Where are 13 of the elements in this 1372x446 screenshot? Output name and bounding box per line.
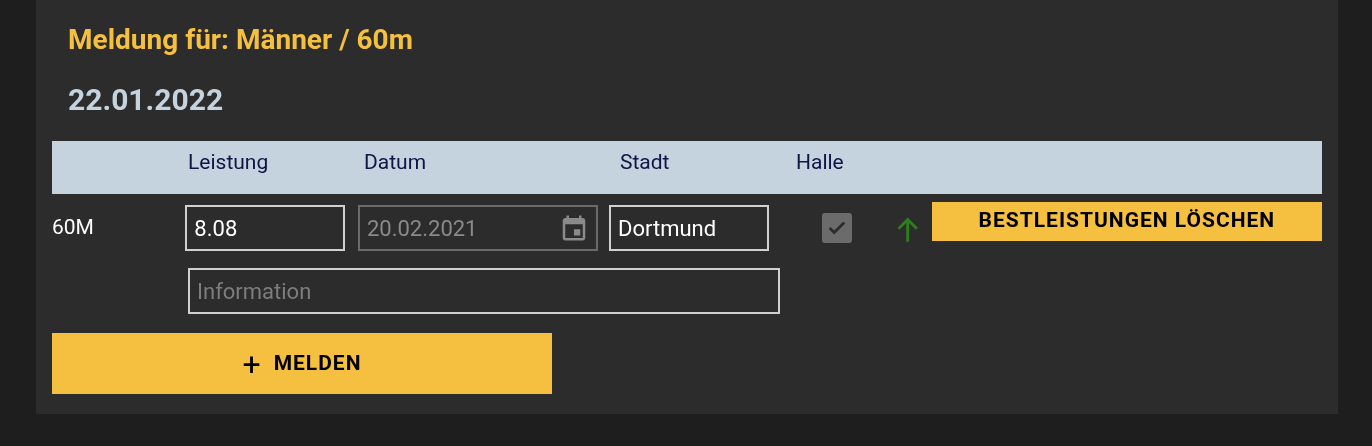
column-header: Halle	[796, 150, 844, 174]
event-date: 22.01.2022	[68, 81, 225, 119]
city-field[interactable]: Dortmund	[609, 205, 769, 251]
plus-icon: +	[242, 347, 262, 380]
column-header: Leistung	[188, 150, 269, 174]
column-header: Stadt	[620, 150, 670, 174]
performance-field[interactable]: 8.08	[185, 205, 346, 251]
submit-button[interactable]: + MELDEN	[52, 333, 552, 394]
delete-bests-button[interactable]: BESTLEISTUNGEN LÖSCHEN	[931, 201, 1322, 241]
form-title: Meldung für: Männer / 60m	[68, 22, 414, 58]
discipline-label: 60M	[52, 215, 94, 240]
column-header: Datum	[364, 150, 427, 174]
information-field[interactable]: Information	[188, 268, 780, 314]
